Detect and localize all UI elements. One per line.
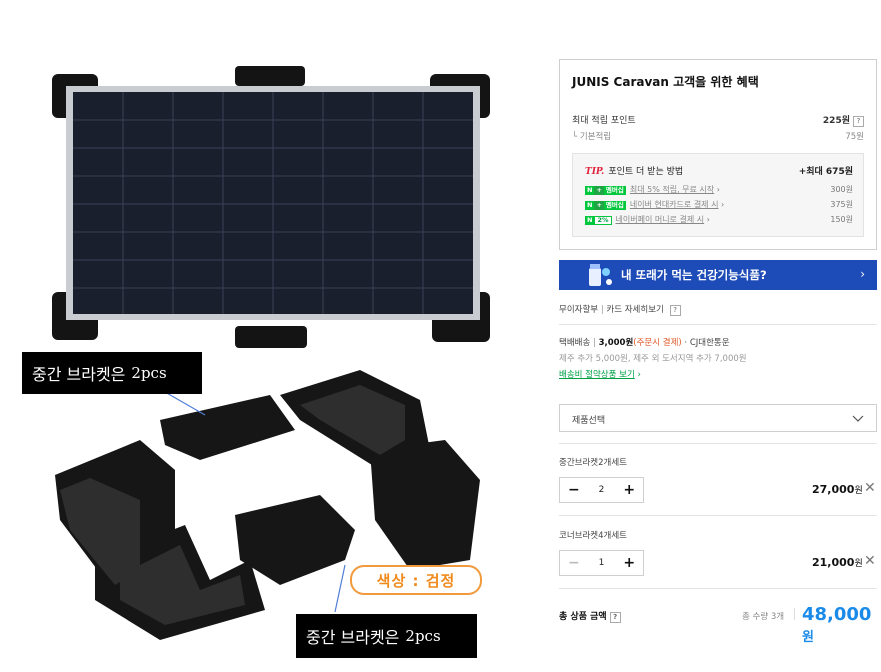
help-icon[interactable]: ? [669, 305, 681, 316]
callout-middle-bracket-bottom: 중간 브라켓은 2pcs [296, 614, 477, 658]
benefit-box: JUNIS Caravan 고객을 위한 혜택 최대 적립 포인트 225원? … [559, 59, 877, 250]
bundle-link[interactable]: 배송비 절약상품 보기 › [559, 368, 641, 380]
tip-item-value: 375원 [830, 200, 853, 209]
increase-button[interactable]: + [615, 551, 643, 575]
tip-item-value: 300원 [830, 185, 853, 194]
tip-item[interactable]: N + 멤버십 네이버 현대카드로 결제 시 › 375원 [585, 199, 853, 210]
shipping-carrier: · CJ대한통운 [684, 338, 730, 348]
tip-word: TIP. [585, 167, 605, 177]
naver-pay-icon: N 2% [585, 216, 612, 225]
shipping-method: 택배배송 [559, 338, 591, 348]
product-image: 중간 브라켓은 2pcs 중간 브라켓은 2pcs 색상 : 검정 [0, 0, 548, 668]
option-name: 중간브라켓2개세트 [559, 458, 627, 468]
divider [794, 608, 795, 620]
chevron-down-icon [852, 415, 864, 422]
decrease-button[interactable]: − [560, 478, 588, 502]
tip-label: 포인트 더 받는 방법 [608, 167, 684, 177]
tip-item-label[interactable]: 네이버페이 머니로 결제 시 [616, 215, 705, 224]
card-details-link[interactable]: 카드 자세히보기 [606, 305, 663, 315]
option-price: 27,000원 [812, 483, 863, 496]
shipping-row: 택배배송 | 3,000원(주문시 결제) · CJ대한통운 [559, 338, 730, 348]
payment-row: 무이자할부 | 카드 자세히보기 ? [559, 303, 681, 316]
max-points-value: 225원 [822, 116, 850, 126]
callout-middle-bracket-top: 중간 브라켓은 2pcs [22, 352, 202, 394]
option-price: 21,000원 [812, 556, 863, 569]
health-banner[interactable]: 내 또래가 먹는 건강기능식품? › [559, 260, 877, 290]
quantity-stepper[interactable]: − 2 + [559, 477, 644, 503]
shipping-fee-note: (주문시 결제) [633, 338, 682, 348]
total-label: 총 상품 금액 [559, 612, 607, 622]
max-points-label: 최대 적립 포인트 [572, 116, 636, 126]
divider [559, 588, 877, 589]
quantity-stepper[interactable]: − 1 + [559, 550, 644, 576]
help-icon[interactable]: ? [609, 612, 621, 623]
tip-header: TIP. 포인트 더 받는 방법 +최대 675원 [585, 164, 853, 177]
benefit-title: JUNIS Caravan 고객을 위한 혜택 [572, 75, 759, 89]
max-points-row: 최대 적립 포인트 225원? [572, 113, 864, 127]
product-select-value: 제품선택 [572, 416, 606, 426]
remove-option-icon[interactable]: ✕ [864, 553, 876, 569]
tip-item-label[interactable]: 네이버 현대카드로 결제 시 [630, 200, 719, 209]
decrease-button[interactable]: − [560, 551, 588, 575]
divider [559, 515, 877, 516]
remove-option-icon[interactable]: ✕ [864, 480, 876, 496]
tip-box: TIP. 포인트 더 받는 방법 +최대 675원 N + 멤버십 최대 5% 적립, … [572, 153, 864, 237]
chevron-right-icon[interactable]: › [860, 267, 865, 281]
product-select[interactable]: 제품선택 [559, 404, 877, 432]
callout-text: 중간 브라켓은 [306, 628, 400, 647]
banner-text[interactable]: 내 또래가 먹는 건강기능식품? [621, 267, 767, 283]
tip-item-label[interactable]: 최대 5% 적립, 무료 시작 [630, 185, 714, 194]
quantity-value[interactable]: 2 [588, 478, 616, 502]
total-label-row: 총 상품 금액? [559, 609, 621, 623]
divider [559, 443, 877, 444]
naver-membership-icon: N + 멤버십 [585, 186, 626, 195]
divider [559, 324, 877, 325]
option-name: 코너브라켓4개세트 [559, 531, 627, 541]
total-amount: 48,000원 [802, 604, 872, 645]
shipping-extra: 제주 추가 5,000원, 제주 외 도서지역 추가 7,000원 [559, 354, 747, 364]
tip-item-value: 150원 [830, 215, 853, 224]
installment-label: 무이자할부 [559, 305, 599, 315]
increase-button[interactable]: + [615, 478, 643, 502]
tip-item[interactable]: N + 멤버십 최대 5% 적립, 무료 시작 › 300원 [585, 184, 853, 195]
callout-pcs: 2pcs [131, 364, 167, 382]
basic-points-label: 기본적립 [579, 132, 612, 142]
basic-points-row: └ 기본적립 75원 [572, 132, 864, 142]
naver-membership-icon: N + 멤버십 [585, 201, 626, 210]
quantity-value[interactable]: 1 [588, 551, 616, 575]
callout-pcs: 2pcs [405, 627, 441, 645]
callout-text: 중간 브라켓은 [32, 365, 126, 384]
bundle-link-text[interactable]: 배송비 절약상품 보기 [559, 370, 635, 380]
tip-max: +최대 675원 [798, 167, 853, 177]
tip-item[interactable]: N 2% 네이버페이 머니로 결제 시 › 150원 [585, 214, 853, 225]
shipping-fee: 3,000원 [598, 338, 634, 348]
basic-points-value: 75원 [845, 132, 864, 142]
help-icon[interactable]: ? [853, 116, 864, 127]
supplement-bottle-icon [589, 264, 612, 286]
total-qty: 총 수량 3개 [742, 612, 785, 622]
color-tag: 색상 : 검정 [350, 565, 482, 595]
